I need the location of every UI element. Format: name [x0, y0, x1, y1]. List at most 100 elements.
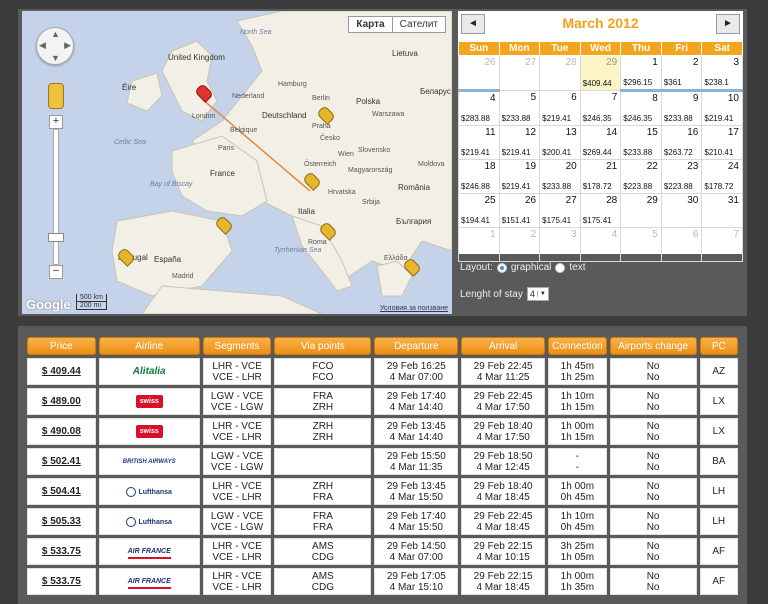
arrival-cell: 29 Feb 18:40 4 Mar 17:50 [461, 418, 546, 445]
price-cell[interactable]: $ 490.08 [27, 418, 96, 445]
calendar-day[interactable]: 27 $175.41 [539, 193, 581, 228]
calendar-day[interactable]: 13 $200.41 [539, 125, 581, 160]
calendar-day[interactable]: 15 $233.88 [620, 125, 662, 160]
calendar-day[interactable]: 21 $178.72 [579, 159, 622, 194]
layout-text-radio[interactable] [555, 262, 566, 273]
map-label-bulgaria: България [396, 217, 432, 226]
price-cell[interactable]: $ 489.00 [27, 388, 96, 415]
map-label-hrvatska: Hrvatska [328, 189, 356, 196]
pc-cell: LH [699, 478, 738, 505]
column-header[interactable]: Airline [98, 337, 200, 355]
map-type-satellite-button[interactable]: Сателит [393, 17, 445, 32]
stay-select[interactable]: 4 ▼ [526, 287, 549, 301]
calendar-day[interactable]: 26 [458, 55, 500, 91]
via-cell: FRA FRA [274, 508, 372, 535]
layout-graphical-label[interactable]: graphical [511, 262, 552, 273]
cell-line: ZRH [312, 431, 334, 443]
calendar-day[interactable]: 20 $233.88 [539, 159, 581, 194]
cell-line: No [646, 420, 660, 432]
zoom-slider[interactable] [53, 129, 59, 265]
calendar-day[interactable]: 28 [539, 55, 581, 91]
calendar-day[interactable]: 16 $263.72 [660, 125, 703, 160]
calendar-day[interactable]: 6 $219.41 [539, 90, 581, 126]
column-header[interactable]: Price [27, 337, 96, 355]
calendar-day[interactable]: 19 $219.41 [498, 159, 541, 194]
calendar-day[interactable]: 10 $219.41 [701, 89, 743, 126]
column-header[interactable]: Departure [374, 337, 459, 355]
calendar-day[interactable]: 5 $233.88 [498, 90, 541, 126]
calendar-day[interactable]: 22 $223.88 [620, 159, 662, 194]
airline-name: swiss [139, 398, 159, 405]
pegman-icon[interactable] [48, 83, 64, 109]
table-row[interactable]: $ 490.08 swiss LHR - VCE VCE - LHR ZRH ZRH 29 … [27, 418, 738, 445]
layout-text-label[interactable]: text [569, 262, 585, 273]
via-cell [274, 448, 372, 475]
calendar-day[interactable]: 9 $233.88 [660, 89, 703, 126]
price-cell[interactable]: $ 409.44 [27, 358, 96, 385]
column-header[interactable]: Arrival [461, 337, 546, 355]
day-number: 31 [727, 195, 739, 206]
zoom-out-button[interactable]: − [49, 265, 63, 279]
table-row[interactable]: $ 504.41 Lufthansa LHR - VCE VCE - LHR ZRH FR… [27, 478, 738, 505]
map[interactable]: North Sea Celtic Sea Bay of Biscay Tyrrh… [22, 11, 452, 314]
day-price: $233.88 [542, 182, 572, 191]
calendar-day[interactable]: 30 [660, 193, 703, 228]
pan-up-icon[interactable]: ▲ [51, 29, 60, 39]
calendar-day[interactable]: 29 $409.44 [579, 55, 622, 91]
pan-right-icon[interactable]: ▶ [64, 40, 71, 51]
table-row[interactable]: $ 489.00 swiss LGW - VCE VCE - LGW FRA ZRH 29 … [27, 388, 738, 415]
calendar-day[interactable]: 14 $269.44 [579, 125, 622, 160]
next-month-button[interactable]: ► [716, 14, 740, 34]
segments-cell: LHR - VCE VCE - LHR [202, 418, 272, 445]
calendar-day[interactable]: 23 $223.88 [660, 159, 703, 194]
calendar-day[interactable]: 3 $238.1 [701, 55, 743, 91]
table-row[interactable]: $ 505.33 Lufthansa LGW - VCE VCE - LGW FRA FR… [27, 508, 738, 535]
column-header[interactable]: PC [699, 337, 738, 355]
day-price: $361 [663, 78, 682, 87]
column-header[interactable]: Segments [202, 337, 272, 355]
price-cell[interactable]: $ 505.33 [27, 508, 96, 535]
day-number: 3 [571, 229, 577, 240]
calendar-day[interactable]: 4 $283.88 [458, 89, 500, 126]
table-row[interactable]: $ 409.44 Alitalia LHR - VCE VCE - LHR FCO FCO… [27, 358, 738, 385]
calendar-day[interactable]: 26 $151.41 [498, 193, 541, 228]
map-terms-link[interactable]: Условия за ползване [380, 305, 448, 312]
cell-line: 4 Mar 18:45 [476, 521, 530, 533]
price-cell[interactable]: $ 533.75 [27, 568, 96, 595]
calendar-day[interactable]: 2 $361 [660, 55, 703, 91]
pan-left-icon[interactable]: ◀ [39, 40, 46, 51]
airports-change-cell: No No [609, 418, 697, 445]
airline-cell: Lufthansa [98, 508, 200, 535]
calendar-day[interactable]: 29 [620, 193, 662, 228]
calendar-day[interactable]: 25 $194.41 [458, 193, 500, 228]
column-header[interactable]: Connection [548, 337, 607, 355]
table-row[interactable]: $ 533.75 AIR FRANCE LHR - VCE VCE - LHR AMS C… [27, 538, 738, 565]
calendar-day[interactable]: 24 $178.72 [701, 159, 743, 194]
pan-down-icon[interactable]: ▼ [51, 53, 60, 63]
calendar-day[interactable]: 27 [498, 55, 541, 91]
calendar-day[interactable]: 18 $246.88 [458, 159, 500, 194]
calendar-day[interactable]: 8 $246.35 [620, 89, 662, 126]
layout-graphical-radio[interactable] [496, 262, 507, 273]
column-header[interactable]: Airports change [609, 337, 697, 355]
price-cell[interactable]: $ 533.75 [27, 538, 96, 565]
calendar-day[interactable]: 12 $219.41 [498, 125, 541, 160]
calendar-day[interactable]: 1 $296.15 [620, 55, 662, 91]
price-cell[interactable]: $ 502.41 [27, 448, 96, 475]
calendar-day[interactable]: 7 $246.35 [579, 90, 622, 126]
pan-control[interactable]: ▲ ▼ ◀ ▶ [36, 27, 74, 65]
calendar-day[interactable]: 28 $175.41 [579, 193, 622, 228]
zoom-slider-handle[interactable] [48, 233, 64, 242]
table-row[interactable]: $ 502.41 BRITISH AIRWAYS LGW - VCE VCE - LG… [27, 448, 738, 475]
cell-line: VCE - LHR [212, 551, 262, 563]
column-header[interactable]: Via points [274, 337, 372, 355]
cell-line: 4 Mar 15:10 [389, 581, 443, 593]
map-label-srbija: Srbija [362, 199, 380, 206]
calendar-day[interactable]: 17 $210.41 [701, 125, 743, 160]
calendar-day[interactable]: 31 [701, 193, 743, 228]
zoom-in-button[interactable]: + [49, 115, 63, 129]
map-type-map-button[interactable]: Карта [349, 17, 393, 32]
calendar-day[interactable]: 11 $219.41 [458, 125, 500, 160]
price-cell[interactable]: $ 504.41 [27, 478, 96, 505]
table-row[interactable]: $ 533.75 AIR FRANCE LHR - VCE VCE - LHR AMS C… [27, 568, 738, 595]
